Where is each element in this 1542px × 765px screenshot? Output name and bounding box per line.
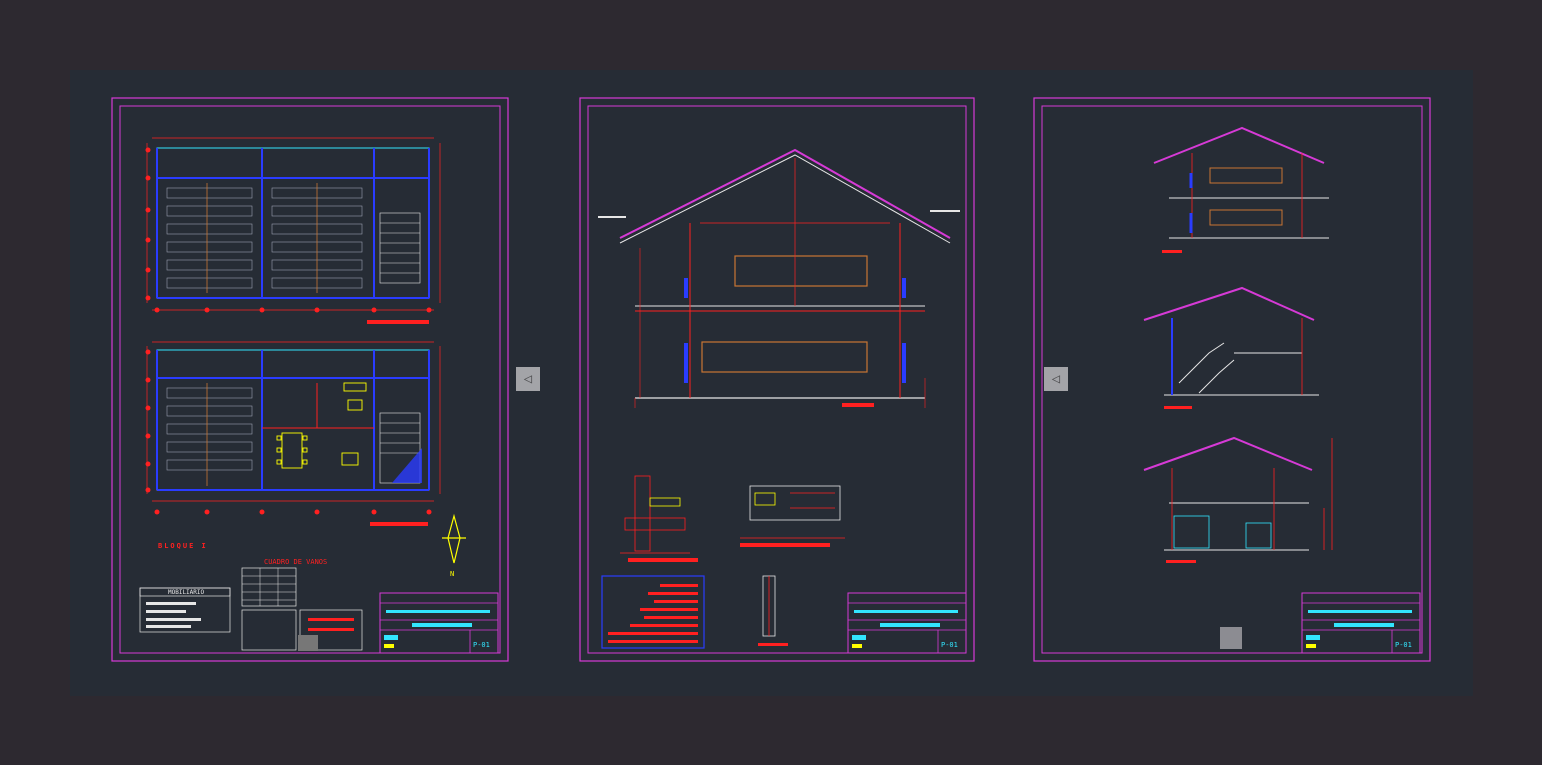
mobiliario-table: MOBILIARIO	[139, 587, 231, 633]
sheet-1-outer-frame	[111, 97, 509, 662]
arrow-left-icon: ◁	[523, 371, 533, 387]
page-marker	[1220, 627, 1242, 649]
north-arrow-icon: N	[442, 513, 466, 578]
sheet-code-2: P-01	[941, 641, 958, 649]
drawing-canvas[interactable]: N BLOQUE I CUADRO DE VANOS MOBILIARIO P-…	[70, 70, 1473, 696]
detail-column	[758, 575, 788, 646]
prev-page-button[interactable]: ◁	[516, 367, 540, 391]
floor-plan-upper	[145, 137, 441, 324]
svg-text:MOBILIARIO: MOBILIARIO	[168, 589, 205, 596]
svg-text:CUADRO DE VANOS: CUADRO DE VANOS	[264, 558, 327, 566]
bloque-label: BLOQUE I	[158, 542, 208, 550]
sheet-2: P-01	[579, 97, 975, 662]
main-section	[598, 148, 960, 408]
stair-upper	[379, 212, 421, 284]
sheet-code-3: P-01	[1395, 641, 1412, 649]
cad-drawing: N BLOQUE I CUADRO DE VANOS MOBILIARIO P-…	[111, 97, 1431, 662]
section-a	[1153, 126, 1329, 253]
sheet-code-1: P-01	[473, 641, 490, 649]
section-c	[1143, 436, 1333, 563]
floor-plan-lower	[145, 341, 441, 526]
next-page-button[interactable]: ◁	[1044, 367, 1068, 391]
arrow-left-icon: ◁	[1051, 371, 1061, 387]
title-block-sheet-3: P-01	[1301, 592, 1421, 654]
title-block-sheet-2: P-01	[847, 592, 967, 654]
svg-text:N: N	[450, 570, 454, 578]
detail-beam	[740, 485, 845, 547]
notes-box	[601, 575, 705, 649]
detail-footing	[620, 475, 698, 562]
cuadro-de-vanos-table: CUADRO DE VANOS	[241, 558, 363, 651]
desk-grid-left	[166, 187, 253, 289]
sheet-1: N BLOQUE I CUADRO DE VANOS MOBILIARIO P-…	[111, 97, 509, 662]
sheet-3: P-01	[1033, 97, 1431, 662]
office-furniture	[276, 382, 367, 469]
title-block-sheet-1: P-01	[379, 592, 499, 654]
section-b	[1143, 286, 1319, 409]
